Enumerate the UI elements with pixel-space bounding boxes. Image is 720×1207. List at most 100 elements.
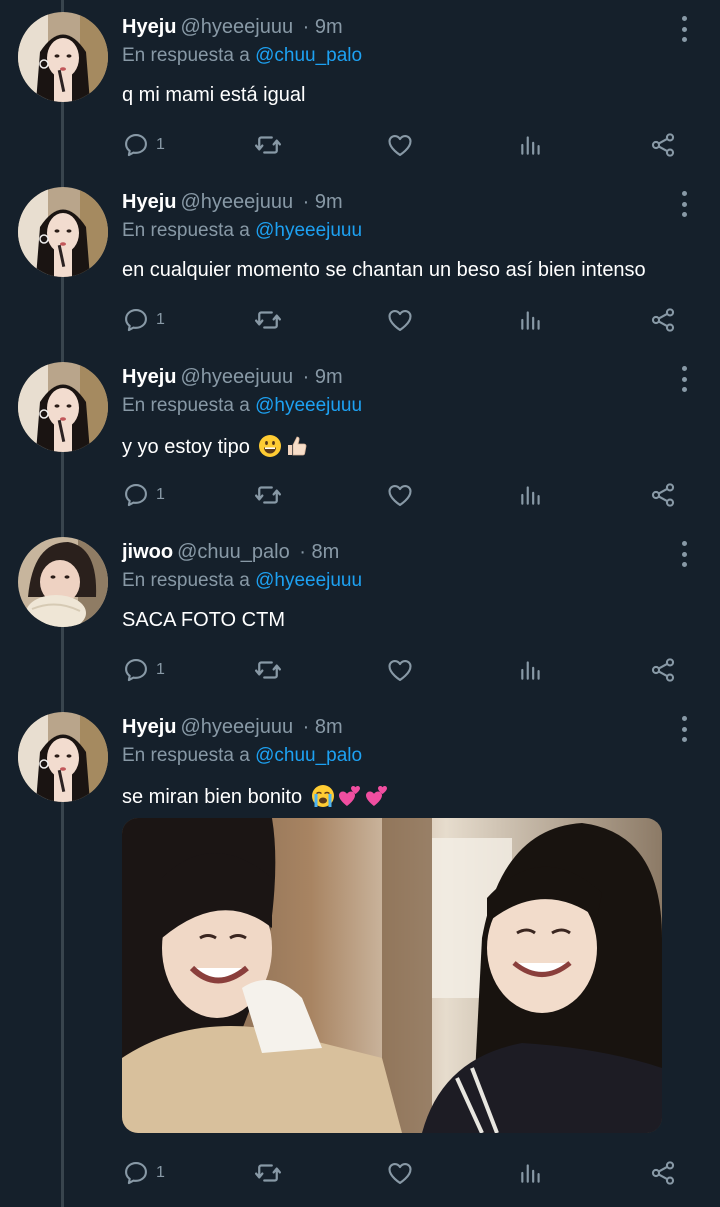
retweet-button[interactable] — [253, 1158, 283, 1188]
more-icon[interactable] — [674, 366, 694, 392]
two-hearts-emoji — [338, 784, 362, 808]
reply-context: En respuesta a @hyeeejuuu — [122, 570, 362, 592]
analytics-button[interactable] — [518, 130, 544, 160]
analytics-button[interactable] — [518, 305, 544, 335]
tweet-header: jiwoo @chuu_palo · 8m — [122, 541, 339, 564]
like-button[interactable] — [386, 305, 414, 335]
analytics-button[interactable] — [518, 480, 544, 510]
more-icon[interactable] — [674, 541, 694, 567]
like-button[interactable] — [386, 655, 414, 685]
retweet-button[interactable] — [253, 655, 283, 685]
more-icon[interactable] — [674, 191, 694, 217]
retweet-icon — [253, 1158, 283, 1188]
reply-icon — [122, 131, 150, 159]
share-button[interactable] — [649, 305, 677, 335]
reply-button[interactable]: 1 — [122, 1158, 165, 1188]
share-icon — [649, 481, 677, 509]
author-name[interactable]: jiwoo — [122, 541, 173, 563]
share-button[interactable] — [649, 130, 677, 160]
reply-prefix: En respuesta a — [122, 45, 250, 66]
author-handle[interactable]: @chuu_palo — [177, 541, 290, 563]
reply-mention[interactable]: @hyeeejuuu — [255, 220, 362, 241]
share-button[interactable] — [649, 655, 677, 685]
tweet[interactable]: Hyeju @hyeeejuuu · 9m En respuesta a @hye… — [0, 175, 720, 349]
retweet-button[interactable] — [253, 480, 283, 510]
author-name[interactable]: Hyeju — [122, 191, 176, 213]
tweet-text: q mi mami está igual — [122, 84, 306, 106]
like-button[interactable] — [386, 480, 414, 510]
share-button[interactable] — [649, 1158, 677, 1188]
tweet-photo[interactable] — [122, 818, 662, 1133]
like-button[interactable] — [386, 130, 414, 160]
tweet[interactable]: Hyeju @hyeeejuuu · 9m En respuesta a @chu… — [0, 0, 720, 174]
reply-button[interactable]: 1 — [122, 305, 165, 335]
analytics-icon — [518, 307, 544, 333]
avatar[interactable] — [18, 362, 108, 452]
avatar[interactable] — [18, 537, 108, 627]
reply-icon — [122, 306, 150, 334]
tweet[interactable]: Hyeju @hyeeejuuu · 9m En respuesta a @hye… — [0, 350, 720, 524]
author-name[interactable]: Hyeju — [122, 716, 176, 738]
analytics-button[interactable] — [518, 1158, 544, 1188]
reply-mention[interactable]: @chuu_palo — [255, 745, 362, 766]
tweet[interactable]: jiwoo @chuu_palo · 8m En respuesta a @hye… — [0, 525, 720, 699]
reply-context: En respuesta a @hyeeejuuu — [122, 395, 362, 417]
reply-prefix: En respuesta a — [122, 745, 250, 766]
reply-button[interactable]: 1 — [122, 655, 165, 685]
more-icon[interactable] — [674, 716, 694, 742]
retweet-button[interactable] — [253, 305, 283, 335]
retweet-icon — [253, 130, 283, 160]
tweet-text-content: y yo estoy tipo — [122, 436, 250, 458]
reply-mention[interactable]: @chuu_palo — [255, 45, 362, 66]
reply-mention[interactable]: @hyeeejuuu — [255, 570, 362, 591]
avatar[interactable] — [18, 187, 108, 277]
tweet-text: en cualquier momento se chantan un beso … — [122, 259, 646, 281]
tweet-time: · 9m — [302, 16, 343, 38]
tweet-text: se miran bien bonito — [122, 784, 389, 809]
analytics-icon — [518, 1160, 544, 1186]
author-name[interactable]: Hyeju — [122, 16, 176, 38]
reply-icon — [122, 481, 150, 509]
reply-count: 1 — [156, 1164, 165, 1181]
share-icon — [649, 1159, 677, 1187]
like-icon — [386, 481, 414, 509]
reply-icon — [122, 656, 150, 684]
reply-button[interactable]: 1 — [122, 480, 165, 510]
analytics-icon — [518, 132, 544, 158]
author-handle[interactable]: @hyeeejuuu — [180, 366, 293, 388]
crying-face-emoji — [311, 784, 335, 808]
analytics-button[interactable] — [518, 655, 544, 685]
action-bar: 1 — [122, 130, 688, 160]
share-icon — [649, 656, 677, 684]
author-handle[interactable]: @hyeeejuuu — [180, 191, 293, 213]
reply-count: 1 — [156, 661, 165, 678]
retweet-button[interactable] — [253, 130, 283, 160]
reply-count: 1 — [156, 486, 165, 503]
two-hearts-emoji — [365, 784, 389, 808]
action-bar: 1 — [122, 480, 688, 510]
reply-prefix: En respuesta a — [122, 220, 250, 241]
reply-prefix: En respuesta a — [122, 395, 250, 416]
reply-mention[interactable]: @hyeeejuuu — [255, 395, 362, 416]
reply-button[interactable]: 1 — [122, 130, 165, 160]
avatar[interactable] — [18, 712, 108, 802]
more-icon[interactable] — [674, 16, 694, 42]
action-bar: 1 — [122, 305, 688, 335]
author-handle[interactable]: @hyeeejuuu — [180, 16, 293, 38]
action-bar: 1 — [122, 1158, 688, 1188]
share-button[interactable] — [649, 480, 677, 510]
share-icon — [649, 306, 677, 334]
like-button[interactable] — [386, 1158, 414, 1188]
retweet-icon — [253, 655, 283, 685]
thumbs-up-emoji — [285, 434, 309, 458]
tweet-time: · 8m — [302, 716, 343, 738]
author-name[interactable]: Hyeju — [122, 366, 176, 388]
action-bar: 1 — [122, 655, 688, 685]
tweet[interactable]: Hyeju @hyeeejuuu · 8m En respuesta a @chu… — [0, 700, 720, 1207]
reply-context: En respuesta a @chuu_palo — [122, 745, 362, 767]
tweet-header: Hyeju @hyeeejuuu · 9m — [122, 16, 343, 39]
tweet-header: Hyeju @hyeeejuuu · 9m — [122, 366, 343, 389]
grinning-face-emoji — [258, 434, 282, 458]
avatar[interactable] — [18, 12, 108, 102]
author-handle[interactable]: @hyeeejuuu — [180, 716, 293, 738]
